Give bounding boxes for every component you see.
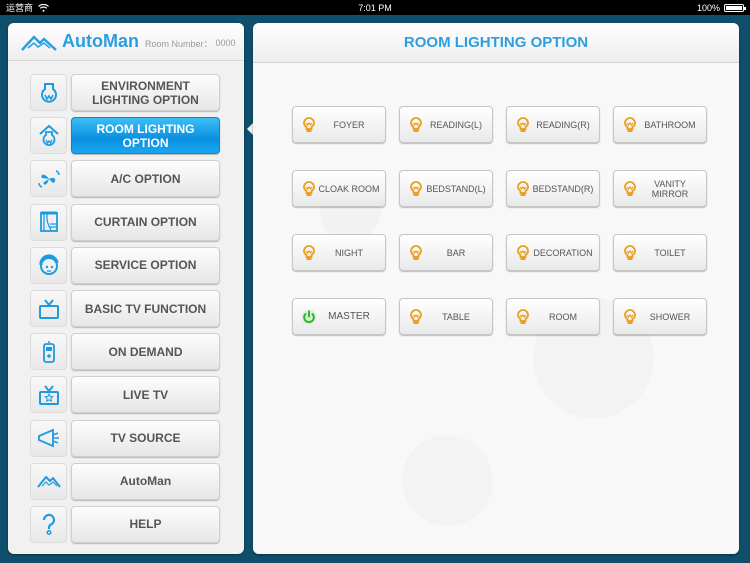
service-option-button[interactable]: SERVICE OPTION [71, 246, 220, 284]
light-button-table[interactable]: TABLE [399, 298, 493, 335]
help-button[interactable]: HELP [71, 505, 220, 543]
menu-item-service: SERVICE OPTION [30, 244, 220, 287]
light-button-reading-l[interactable]: READING(L) [399, 106, 493, 143]
light-button-cloak-room[interactable]: CLOAK ROOM [292, 170, 386, 207]
room-lighting-button[interactable]: ROOM LIGHTING OPTION [71, 117, 220, 155]
bulb-icon [301, 180, 317, 197]
automan-logo-icon [21, 35, 57, 51]
light-label: FOYER [333, 119, 365, 130]
light-label: VANITY MIRROR [651, 178, 689, 199]
power-icon [301, 309, 317, 325]
bulb-icon [622, 308, 638, 325]
bulb-icon [301, 116, 317, 133]
remote-icon[interactable] [30, 333, 67, 371]
bulb-icon [622, 116, 638, 133]
automan-logo-icon[interactable] [30, 462, 67, 500]
menu-item-tv-source: TV SOURCE [30, 417, 220, 460]
light-label: DECORATION [533, 247, 593, 258]
navigation-panel: AutoMan Room Number： 0000 ENVIRONMENT LI… [8, 23, 244, 554]
light-button-bar[interactable]: BAR [399, 234, 493, 271]
light-label: READING(L) [429, 119, 482, 130]
light-label: CLOAK ROOM [318, 183, 380, 194]
menu-item-basic-tv: BASIC TV FUNCTION [30, 287, 220, 330]
light-button-shower[interactable]: SHOWER [613, 298, 707, 335]
menu-list: ENVIRONMENT LIGHTING OPTION ROOM LIGHTIN… [30, 71, 220, 546]
wifi-icon [38, 3, 49, 12]
content-panel: ROOM LIGHTING OPTION FOYER READING(L) READ… [253, 23, 739, 554]
on-demand-button[interactable]: ON DEMAND [71, 333, 220, 371]
light-button-toilet[interactable]: TOILET [613, 234, 707, 271]
panel-header: AutoMan Room Number： 0000 [8, 23, 244, 61]
basic-tv-function-button[interactable]: BASIC TV FUNCTION [71, 290, 220, 328]
tv-source-icon[interactable] [30, 419, 67, 457]
light-button-vanity-mirror[interactable]: VANITY MIRROR [613, 170, 707, 207]
menu-item-environment-lighting: ENVIRONMENT LIGHTING OPTION [30, 71, 220, 114]
battery-percent: 100% [696, 2, 720, 13]
environment-lighting-button[interactable]: ENVIRONMENT LIGHTING OPTION [71, 74, 220, 112]
tv-icon[interactable] [30, 290, 67, 328]
environment-bulb-icon[interactable] [30, 74, 67, 112]
bulb-icon [408, 244, 424, 261]
light-label: ROOM [549, 311, 577, 322]
help-icon[interactable] [30, 505, 67, 543]
menu-item-ac: A/C OPTION [30, 157, 220, 200]
light-label: BEDSTAND(L) [426, 183, 486, 194]
light-label: TABLE [442, 311, 470, 322]
battery-icon [724, 3, 746, 12]
light-button-bedstand-r[interactable]: BEDSTAND(R) [506, 170, 600, 207]
carrier-name: 运营商 [6, 3, 34, 13]
light-button-reading-r[interactable]: READING(R) [506, 106, 600, 143]
light-button-foyer[interactable]: FOYER [292, 106, 386, 143]
status-bar: 运营商 7:01 PM 100% [0, 0, 750, 15]
light-label: TOILET [654, 247, 686, 258]
bulb-icon [515, 116, 531, 133]
light-label: SHOWER [649, 311, 691, 322]
ac-option-button[interactable]: A/C OPTION [71, 160, 220, 198]
light-label: BAR [446, 247, 466, 258]
light-button-master[interactable]: MASTER [292, 298, 386, 335]
light-button-night[interactable]: NIGHT [292, 234, 386, 271]
clock: 7:01 PM [358, 2, 392, 13]
light-label: BEDSTAND(R) [532, 183, 594, 194]
menu-item-room-lighting: ROOM LIGHTING OPTION [30, 114, 220, 157]
page-title: ROOM LIGHTING OPTION [253, 23, 739, 63]
live-tv-icon[interactable] [30, 376, 67, 414]
curtain-option-button[interactable]: CURTAIN OPTION [71, 203, 220, 241]
menu-item-curtain: CURTAIN OPTION [30, 201, 220, 244]
light-grid: FOYER READING(L) READING(R) BATHROOM CLOAK R… [292, 106, 707, 335]
light-label: NIGHT [335, 247, 363, 258]
menu-item-on-demand: ON DEMAND [30, 330, 220, 373]
service-face-icon[interactable] [30, 246, 67, 284]
bulb-icon [408, 308, 424, 325]
light-button-room[interactable]: ROOM [506, 298, 600, 335]
light-button-decoration[interactable]: DECORATION [506, 234, 600, 271]
automan-button[interactable]: AutoMan [71, 462, 220, 500]
light-button-bedstand-l[interactable]: BEDSTAND(L) [399, 170, 493, 207]
live-tv-button[interactable]: LIVE TV [71, 376, 220, 414]
bulb-icon [622, 244, 638, 261]
room-number-label: Room Number： [144, 38, 213, 49]
room-bulb-icon[interactable] [30, 117, 67, 155]
bulb-icon [408, 180, 424, 197]
bulb-icon [515, 180, 531, 197]
light-label: BATHROOM [644, 119, 696, 130]
tv-source-button[interactable]: TV SOURCE [71, 419, 220, 457]
room-number-value: 0000 [215, 38, 236, 48]
light-label: READING(R) [536, 119, 590, 130]
bulb-icon [515, 244, 531, 261]
menu-item-help: HELP [30, 503, 220, 546]
ac-fan-icon[interactable] [30, 160, 67, 198]
bulb-icon [301, 244, 317, 261]
bulb-icon [408, 116, 424, 133]
light-label: MASTER [328, 310, 370, 322]
light-button-bathroom[interactable]: BATHROOM [613, 106, 707, 143]
bulb-icon [622, 180, 638, 197]
curtain-icon[interactable] [30, 203, 67, 241]
menu-item-automan: AutoMan [30, 460, 220, 503]
menu-item-live-tv: LIVE TV [30, 373, 220, 416]
bulb-icon [515, 308, 531, 325]
brand-name: AutoMan [62, 31, 139, 51]
